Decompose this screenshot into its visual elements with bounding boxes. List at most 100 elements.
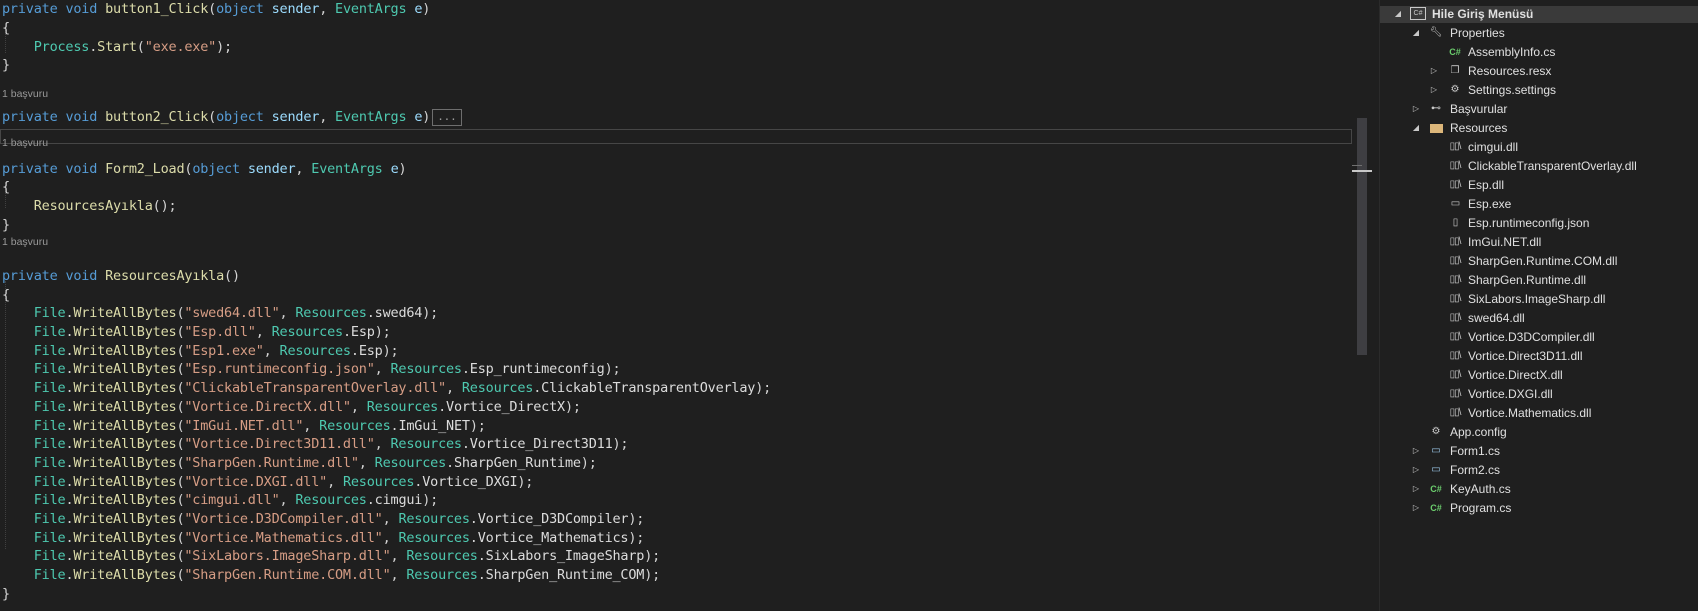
code-token: void [65,268,98,284]
code-token: private [2,268,58,284]
collapse-arrow-icon[interactable]: ▷ [1429,62,1439,80]
code-token: , [295,161,312,177]
code-token: WriteAllBytes [73,548,177,564]
json-icon: ▯ [1452,217,1459,228]
collapse-arrow-icon[interactable]: ▷ [1411,461,1421,479]
code-token: File [33,343,66,359]
tree-resources-resx[interactable]: ▷ ❐ Resources.resx [1380,62,1698,80]
code-token: () [224,268,240,284]
code-line[interactable]: File.WriteAllBytes("Vortice.D3DCompiler.… [2,510,645,529]
code-token: ); [564,399,581,415]
codelens-references[interactable]: 1 başvuru [2,137,48,149]
code-line[interactable]: File.WriteAllBytes("Vortice.Direct3D11.d… [2,435,629,454]
tree-program[interactable]: ▷ C# Program.cs [1380,499,1698,517]
collapse-arrow-icon[interactable]: ▷ [1411,499,1421,517]
expand-arrow-icon[interactable]: ◢ [1393,5,1403,23]
code-editor[interactable]: 1 başvuru 1 başvuru 1 başvuru private vo… [0,0,1352,611]
code-token: { [2,20,10,36]
code-line[interactable]: { [2,286,10,305]
codelens-references[interactable]: 1 başvuru [2,236,48,248]
code-token: "Vortice.Mathematics.dll" [184,530,383,546]
code-line[interactable]: } [2,585,10,604]
code-line[interactable]: File.WriteAllBytes("swed64.dll", Resourc… [2,304,439,323]
code-token: , [350,399,367,415]
code-line[interactable]: ResourcesAyıkla(); [2,197,177,216]
tree-resource-file[interactable]: ▯▯\ Vortice.DXGI.dll [1380,385,1698,403]
code-token: . [477,548,486,564]
tree-resource-file[interactable]: ▯▯\ Vortice.Direct3D11.dll [1380,347,1698,365]
tree-resource-file[interactable]: ▯▯\ SixLabors.ImageSharp.dll [1380,290,1698,308]
scrollbar-thumb[interactable] [1357,118,1367,355]
tree-resource-file[interactable]: ▯▯\ Vortice.DirectX.dll [1380,366,1698,384]
code-line[interactable]: File.WriteAllBytes("cimgui.dll", Resourc… [2,491,439,510]
tree-settings[interactable]: ▷ ⚙ Settings.settings [1380,81,1698,99]
tree-form2[interactable]: ▷ ▭ Form2.cs [1380,461,1698,479]
tree-resources-folder[interactable]: ◢ Resources [1380,119,1698,137]
code-line[interactable]: { [2,178,10,197]
scrollbar-marker [1352,165,1362,166]
tree-app-config[interactable]: ⚙ App.config [1380,423,1698,441]
collapse-arrow-icon[interactable]: ▷ [1411,100,1421,118]
code-line[interactable]: File.WriteAllBytes("Vortice.DirectX.dll"… [2,398,581,417]
tree-keyauth[interactable]: ▷ C# KeyAuth.cs [1380,480,1698,498]
code-line[interactable]: private void ResourcesAyıkla() [2,267,240,286]
tree-properties[interactable]: ◢ 🔧︎ Properties [1380,24,1698,42]
collapse-arrow-icon[interactable]: ▷ [1411,480,1421,498]
tree-form1[interactable]: ▷ ▭ Form1.cs [1380,442,1698,460]
code-token: WriteAllBytes [73,418,177,434]
expand-arrow-icon[interactable]: ◢ [1411,24,1421,42]
code-line[interactable]: } [2,56,10,75]
code-token: ); [374,324,391,340]
code-line[interactable]: File.WriteAllBytes("SharpGen.Runtime.dll… [2,454,597,473]
code-line[interactable]: { [2,19,10,38]
code-token: Resources [398,530,470,546]
code-token: ); [628,530,645,546]
tree-references[interactable]: ▷ ⊷ Başvurular [1380,100,1698,118]
code-line[interactable]: private void button2_Click(object sender… [2,108,462,127]
tree-assemblyinfo[interactable]: C# AssemblyInfo.cs [1380,43,1698,61]
code-token: , [255,324,272,340]
code-line[interactable]: Process.Start("exe.exe"); [2,38,232,57]
code-line[interactable]: private void button1_Click(object sender… [2,0,430,19]
code-token: "ClickableTransparentOverlay.dll" [184,380,446,396]
code-line[interactable]: File.WriteAllBytes("SharpGen.Runtime.COM… [2,566,661,585]
tree-resource-file[interactable]: ▯▯\ cimgui.dll [1380,138,1698,156]
code-line[interactable]: File.WriteAllBytes("SixLabors.ImageSharp… [2,547,661,566]
code-line[interactable]: File.WriteAllBytes("Vortice.Mathematics.… [2,529,645,548]
expand-arrow-icon[interactable]: ◢ [1411,119,1421,137]
tree-resource-file[interactable]: ▯▯\ Vortice.D3DCompiler.dll [1380,328,1698,346]
code-line[interactable]: File.WriteAllBytes("Esp1.exe", Resources… [2,342,399,361]
code-token: , [382,511,399,527]
tree-resource-file[interactable]: ▯▯\ Esp.dll [1380,176,1698,194]
tree-label: Esp.dll [1468,178,1505,192]
tree-project[interactable]: ◢ C# Hile Giriş Menüsü [1380,5,1698,23]
tree-resource-file[interactable]: ▭ Esp.exe [1380,195,1698,213]
code-line[interactable]: File.WriteAllBytes("ClickableTransparent… [2,379,772,398]
tree-resource-file[interactable]: ▯ Esp.runtimeconfig.json [1380,214,1698,232]
code-line[interactable]: private void Form2_Load(object sender, E… [2,160,407,179]
tree-resource-file[interactable]: ▯▯\ SharpGen.Runtime.dll [1380,271,1698,289]
code-token: . [446,455,454,471]
collapse-arrow-icon[interactable]: ▷ [1411,442,1421,460]
code-line[interactable]: File.WriteAllBytes("Esp.dll", Resources.… [2,323,391,342]
code-line[interactable]: File.WriteAllBytes("ImGui.NET.dll", Reso… [2,417,486,436]
collapsed-region-button[interactable]: ... [432,108,462,126]
code-token: object [216,109,264,125]
tree-resource-file[interactable]: ▯▯\ swed64.dll [1380,309,1698,327]
folder-icon [1428,121,1444,135]
code-line[interactable]: File.WriteAllBytes("Vortice.DXGI.dll", R… [2,473,534,492]
codelens-references[interactable]: 1 başvuru [2,88,48,100]
tree-resource-file[interactable]: ▯▯\ SharpGen.Runtime.COM.dll [1380,252,1698,270]
dll-icon: ▯▯\ [1449,369,1462,380]
code-line[interactable]: File.WriteAllBytes("Esp.runtimeconfig.js… [2,360,621,379]
code-token: Vortice_Mathematics [477,530,629,546]
tree-resource-file[interactable]: ▯▯\ Vortice.Mathematics.dll [1380,404,1698,422]
tree-resource-file[interactable]: ▯▯\ ImGui.NET.dll [1380,233,1698,251]
collapse-arrow-icon[interactable]: ▷ [1429,81,1439,99]
tree-resource-file[interactable]: ▯▯\ ClickableTransparentOverlay.dll [1380,157,1698,175]
code-token: button2_Click [105,109,209,125]
code-token: ); [517,474,534,490]
code-line[interactable]: } [2,216,10,235]
